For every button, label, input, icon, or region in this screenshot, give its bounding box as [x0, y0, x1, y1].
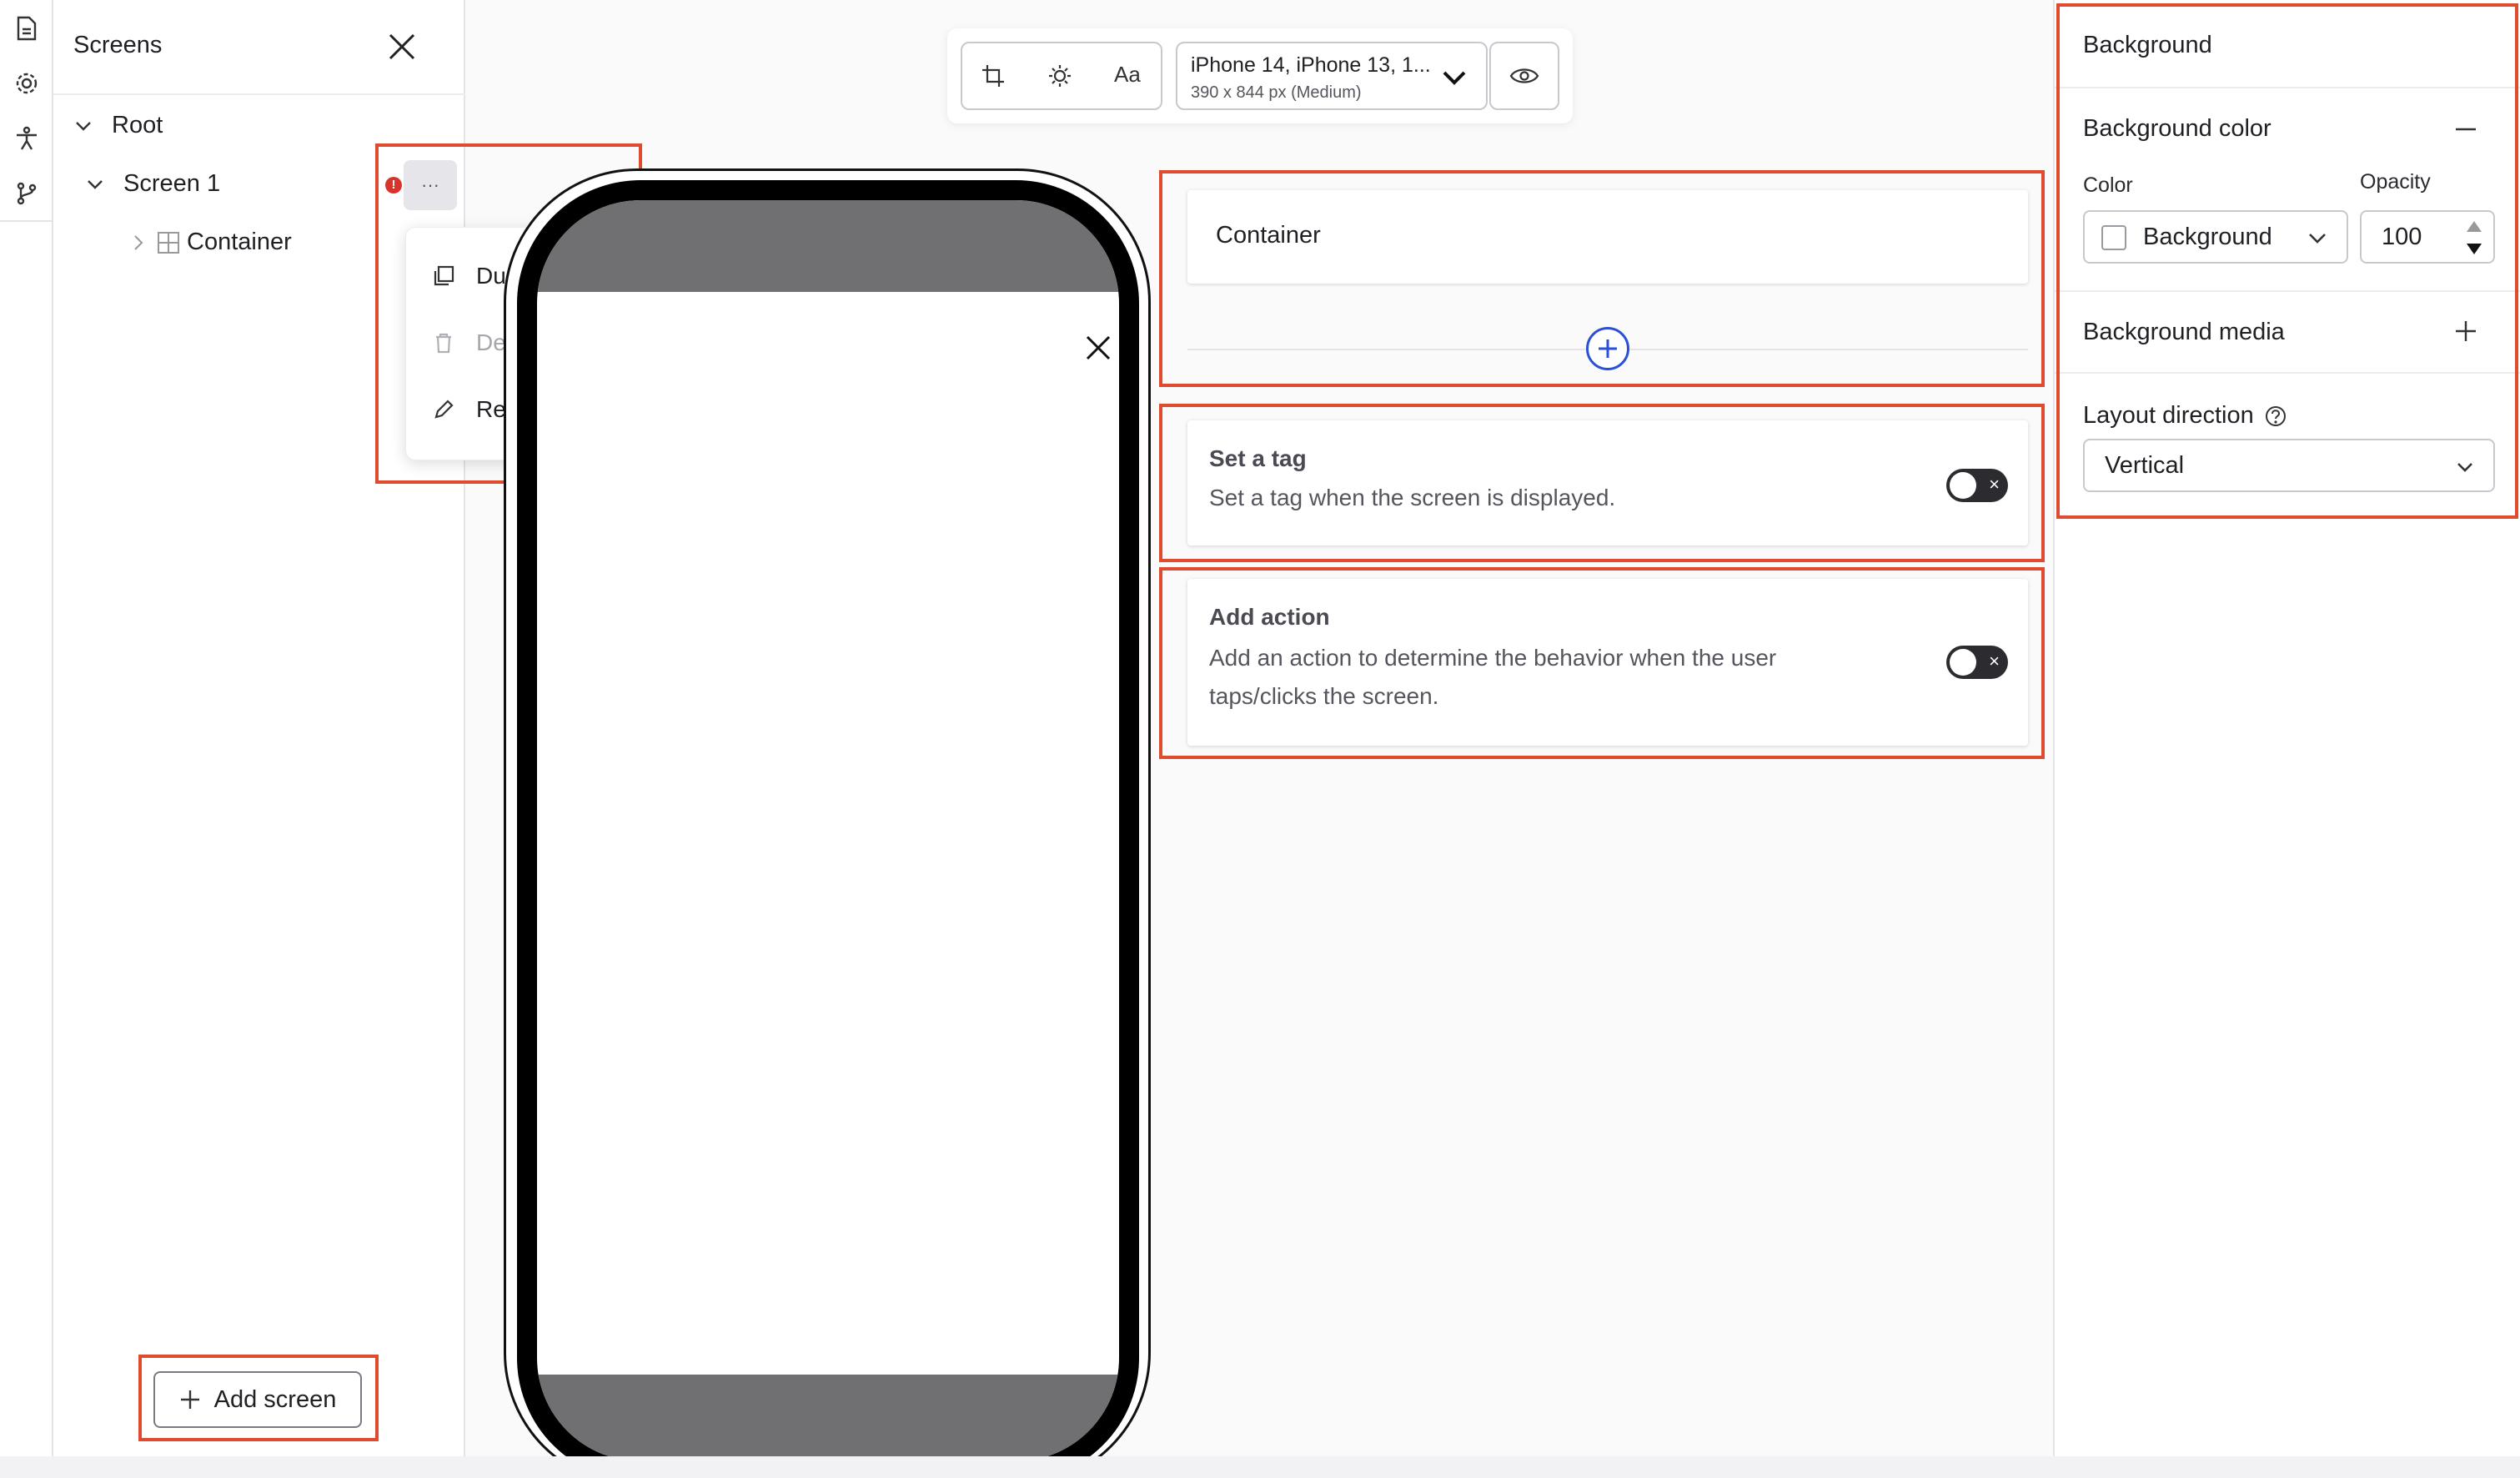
panel-title: Screens — [73, 32, 163, 58]
tree-item-label: Root — [112, 112, 163, 138]
help-icon[interactable] — [2264, 405, 2287, 428]
rail-divider — [0, 220, 53, 222]
chevron-down-icon — [2455, 459, 2475, 477]
accessibility-icon[interactable] — [10, 122, 43, 155]
close-icon[interactable] — [1084, 334, 1112, 362]
branch-icon[interactable] — [10, 177, 43, 210]
trash-icon — [433, 332, 454, 354]
opacity-label: Opacity — [2360, 170, 2431, 194]
card-description: Add an action to determine the behavior … — [1209, 645, 1777, 671]
container-label: Container — [1216, 222, 1321, 249]
grid-icon — [157, 231, 180, 254]
preview-button[interactable] — [1489, 42, 1559, 110]
add-action-card: Add action Add an action to determine th… — [1187, 579, 2028, 746]
color-select[interactable]: Background — [2083, 210, 2348, 264]
add-action-toggle[interactable]: × — [1946, 646, 2008, 679]
card-description: Set a tag when the screen is displayed. — [1209, 485, 1616, 510]
close-icon[interactable] — [387, 32, 417, 62]
chevron-down-icon[interactable] — [73, 116, 93, 136]
tree-item-container[interactable]: Container — [130, 229, 292, 256]
icon-rail — [0, 0, 53, 1456]
properties-panel: Background Background color Color Opacit… — [2053, 0, 2520, 1456]
plus-icon — [179, 1389, 201, 1410]
toggle-off-icon: × — [1989, 474, 2000, 495]
layout-direction-header: Layout direction — [2083, 402, 2287, 430]
layout-direction-select[interactable]: Vertical — [2083, 439, 2495, 492]
chevron-down-icon — [1441, 65, 1468, 90]
panel-divider — [2055, 372, 2520, 374]
chevron-down-icon — [2307, 229, 2328, 249]
panel-divider — [2055, 87, 2520, 88]
section-title: Background — [2083, 32, 2212, 58]
panel-divider — [2055, 290, 2520, 292]
set-tag-toggle[interactable]: × — [1946, 469, 2008, 502]
device-selector[interactable]: iPhone 14, iPhone 13, 1... 390 x 844 px … — [1176, 42, 1488, 110]
stepper-down-icon[interactable] — [2465, 242, 2483, 257]
tree-item-root[interactable]: Root — [73, 112, 163, 139]
layout-direction-title: Layout direction — [2083, 402, 2254, 429]
add-component-button[interactable] — [1586, 327, 1629, 370]
collapse-icon[interactable] — [2453, 117, 2478, 142]
set-tag-card: Set a tag Set a tag when the screen is d… — [1187, 420, 2028, 545]
sun-icon[interactable] — [1047, 63, 1072, 88]
toggle-knob — [1950, 649, 1976, 676]
color-swatch — [2101, 225, 2126, 250]
plus-icon — [1596, 337, 1619, 360]
color-value: Background — [2143, 224, 2272, 250]
rotate-icon[interactable] — [981, 63, 1006, 88]
add-screen-label: Add screen — [213, 1385, 337, 1413]
gear-icon[interactable] — [10, 67, 43, 100]
container-card[interactable]: Container — [1187, 190, 2028, 284]
bottom-strip — [0, 1456, 2520, 1478]
tree-item-label: Screen 1 — [123, 170, 221, 197]
document-icon[interactable] — [10, 12, 43, 45]
error-icon: ! — [385, 177, 402, 194]
tree-item-screen-1[interactable]: Screen 1 — [85, 170, 220, 198]
phone-preview — [517, 180, 1139, 1478]
duplicate-icon — [433, 265, 454, 287]
panel-divider — [53, 93, 465, 95]
pencil-icon — [433, 399, 454, 420]
chevron-down-icon[interactable] — [85, 174, 105, 194]
layout-direction-value: Vertical — [2105, 452, 2185, 479]
opacity-input[interactable]: 100 — [2360, 210, 2495, 264]
toggle-off-icon: × — [1989, 651, 2000, 671]
toolbar-tools-group: Aa — [961, 42, 1162, 110]
bg-color-title: Background color — [2083, 115, 2272, 142]
phone-status-bar — [537, 200, 1119, 292]
eye-icon — [1508, 63, 1541, 88]
card-title: Add action — [1209, 604, 1330, 630]
tree-item-label: Container — [187, 229, 292, 255]
bg-media-title: Background media — [2083, 319, 2285, 345]
device-name: iPhone 14, iPhone 13, 1... — [1191, 53, 1431, 77]
more-options-button[interactable]: ··· — [404, 160, 457, 210]
device-size: 390 x 844 px (Medium) — [1191, 83, 1362, 102]
color-label: Color — [2083, 173, 2133, 197]
stepper-up-icon[interactable] — [2465, 219, 2483, 234]
plus-icon[interactable] — [2453, 319, 2478, 344]
add-screen-button[interactable]: Add screen — [153, 1371, 362, 1428]
chevron-right-icon[interactable] — [130, 233, 147, 253]
opacity-value: 100 — [2382, 224, 2422, 250]
card-title: Set a tag — [1209, 445, 1307, 471]
card-description-continued: taps/clicks the screen. — [1209, 683, 1439, 709]
font-size-icon[interactable]: Aa — [1114, 62, 1141, 88]
preview-toolbar: Aa iPhone 14, iPhone 13, 1... 390 x 844 … — [947, 28, 1573, 123]
phone-home-bar — [537, 1375, 1119, 1461]
screens-panel: Screens Root Screen 1 Container ! ··· — [53, 0, 465, 1456]
toggle-knob — [1950, 472, 1976, 499]
